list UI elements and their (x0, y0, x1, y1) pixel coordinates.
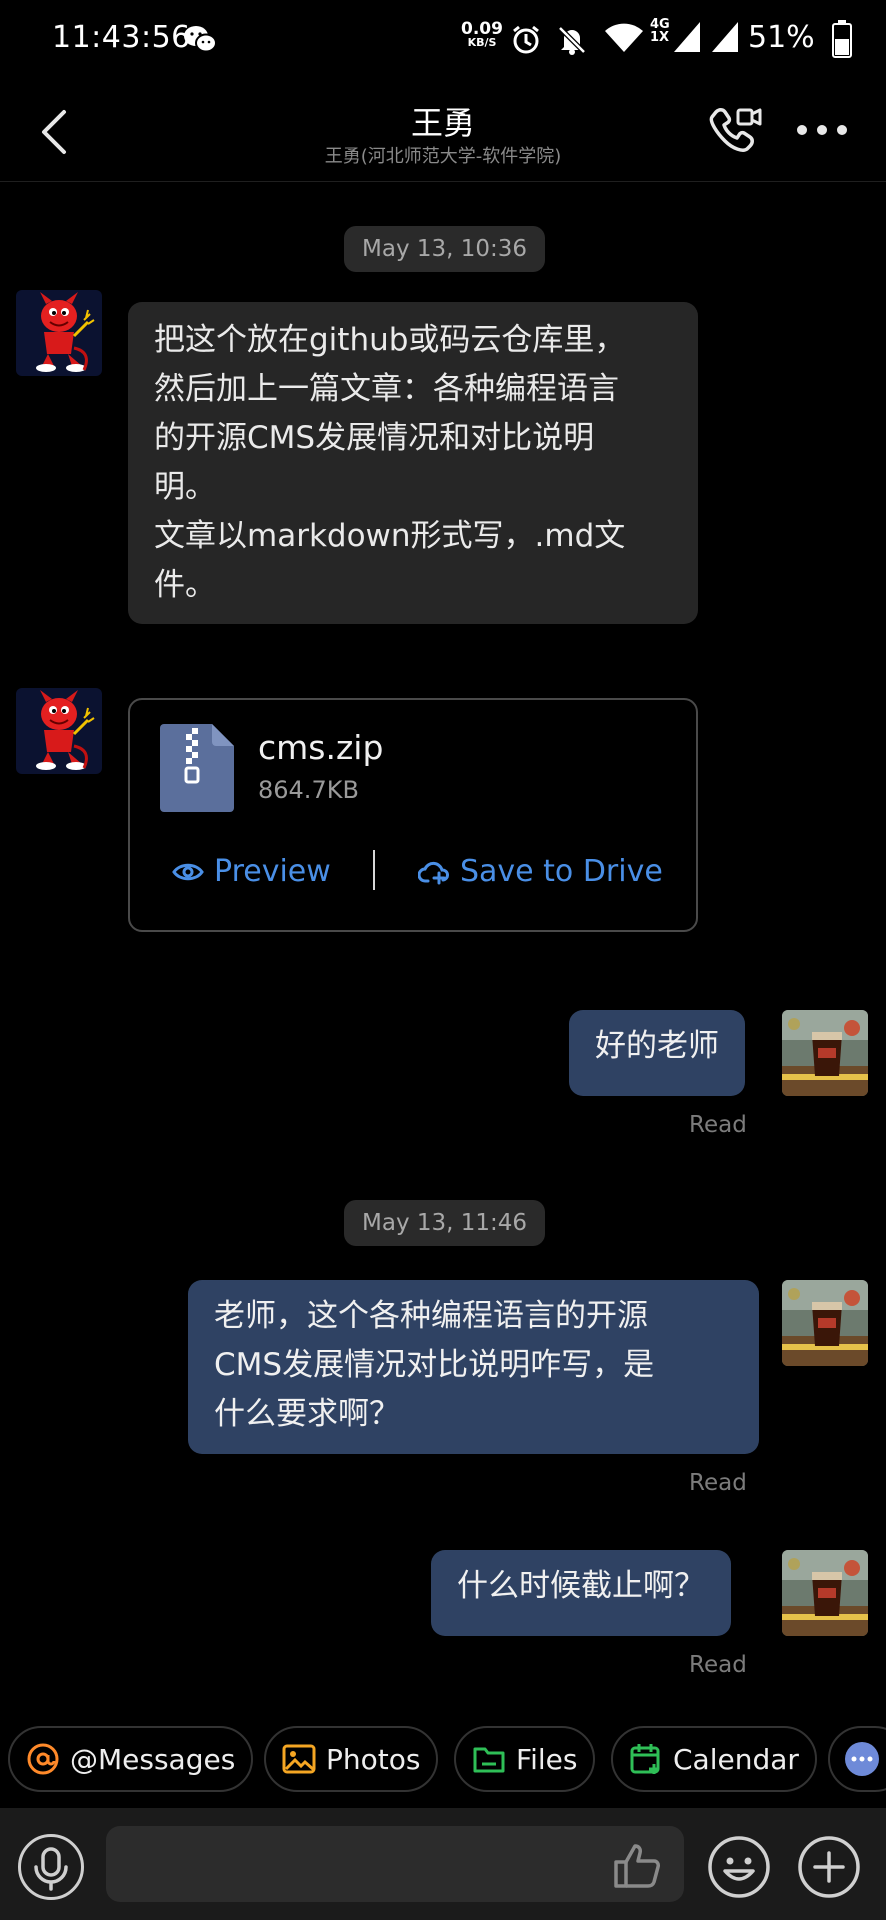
beer-photo-avatar-icon (782, 1280, 868, 1366)
status-time: 11:43:56 (52, 20, 191, 55)
message-line: 然后加上一篇文章：各种编程语言 (154, 371, 619, 407)
wifi-icon (605, 23, 643, 52)
alarm-icon (513, 25, 539, 54)
save-to-drive-button[interactable]: Save to Drive (418, 854, 663, 889)
emoji-icon[interactable] (706, 1834, 772, 1900)
chip-calendar[interactable]: Calendar (611, 1726, 817, 1792)
message-line: 把这个放在github或码云仓库里， (154, 322, 626, 358)
thumbs-up-icon[interactable] (612, 1840, 664, 1890)
status-icons: 0.09 KB/S 4G 1X 51% (446, 16, 886, 64)
message-bubble-outgoing[interactable]: 老师，这个各种编程语言的开源 CMS发展情况对比说明咋写，是 什么要求啊？ (188, 1280, 759, 1454)
file-card[interactable]: cms.zip 864.7KB Preview Save to Drive (128, 698, 698, 932)
avatar[interactable] (16, 688, 102, 774)
file-name: cms.zip (258, 728, 384, 767)
preview-button[interactable]: Preview (172, 854, 331, 889)
zip-file-icon (160, 724, 234, 812)
at-icon (27, 1743, 59, 1775)
chip-label: @Messages (70, 1742, 236, 1776)
avatar[interactable] (782, 1280, 868, 1366)
call-icon[interactable] (708, 104, 764, 156)
more-options-icon[interactable] (796, 122, 848, 138)
beer-photo-avatar-icon (782, 1550, 868, 1636)
divider (373, 850, 375, 890)
chip-label: Photos (326, 1742, 421, 1776)
net-speed: 0.09 KB/S (460, 21, 504, 50)
battery-icon (832, 20, 852, 58)
chip-label: Calendar (673, 1742, 799, 1776)
mute-bell-icon (558, 26, 586, 55)
chip-messages[interactable]: @Messages (8, 1726, 254, 1792)
message-line: 文章以markdown形式写，.md文 (154, 518, 626, 554)
file-actions: Preview Save to Drive (130, 850, 696, 900)
wechat-icon (184, 26, 217, 53)
read-receipt: Read (689, 1112, 747, 1138)
devil-avatar-icon (16, 688, 102, 774)
voice-button[interactable] (18, 1834, 84, 1900)
beer-photo-avatar-icon (782, 1010, 868, 1096)
timestamp-divider: May 13, 10:36 (344, 226, 546, 272)
chip-files[interactable]: Files (454, 1726, 596, 1792)
quick-actions-bar: @Messages Photos Files Calendar (0, 1726, 886, 1794)
read-receipt: Read (689, 1652, 747, 1678)
calendar-icon (630, 1744, 660, 1774)
message-text: 好的老师 (595, 1028, 719, 1064)
message-bubble-outgoing[interactable]: 好的老师 (569, 1010, 745, 1096)
chat-header: 王勇 王勇(河北师范大学-软件学院) (0, 80, 886, 182)
preview-label: Preview (214, 854, 331, 889)
status-bar: 11:43:56 0.09 KB/S 4G 1X 51% (0, 0, 886, 80)
message-line: 什么要求啊？ (214, 1396, 400, 1432)
read-receipt: Read (689, 1470, 747, 1496)
cloud-upload-icon (418, 861, 450, 884)
message-line: CMS发展情况对比说明咋写，是 (214, 1347, 655, 1383)
signal-icon (674, 22, 700, 52)
message-text: 什么时候截止啊？ (457, 1568, 705, 1604)
eye-icon (172, 863, 204, 880)
photo-icon (282, 1744, 316, 1774)
chip-more[interactable] (828, 1726, 886, 1792)
signal-icon (712, 22, 738, 52)
message-line: 明。 (154, 469, 216, 505)
message-line: 件。 (154, 567, 216, 603)
avatar[interactable] (782, 1550, 868, 1636)
avatar[interactable] (16, 290, 102, 376)
plus-icon[interactable] (796, 1834, 862, 1900)
more-dots-icon (845, 1742, 879, 1776)
battery-percent: 51% (748, 20, 815, 55)
save-to-drive-label: Save to Drive (460, 854, 663, 889)
devil-avatar-icon (16, 290, 102, 376)
timestamp-divider: May 13, 11:46 (344, 1200, 546, 1246)
avatar[interactable] (782, 1010, 868, 1096)
chip-photos[interactable]: Photos (264, 1726, 439, 1792)
network-type: 4G 1X (650, 18, 670, 44)
network-sub-label: 1X (650, 30, 670, 45)
message-line: 的开源CMS发展情况和对比说明 (154, 420, 595, 456)
message-bubble-incoming[interactable]: 把这个放在github或码云仓库里， 然后加上一篇文章：各种编程语言 的开源CM… (128, 302, 698, 624)
message-line: 老师，这个各种编程语言的开源 (214, 1298, 648, 1334)
chip-label: Files (516, 1742, 578, 1776)
composer-bar (0, 1808, 886, 1920)
message-bubble-outgoing[interactable]: 什么时候截止啊？ (431, 1550, 731, 1636)
message-input[interactable] (106, 1826, 684, 1902)
file-size: 864.7KB (258, 776, 359, 804)
microphone-icon (34, 1847, 68, 1891)
folder-icon (473, 1747, 505, 1773)
